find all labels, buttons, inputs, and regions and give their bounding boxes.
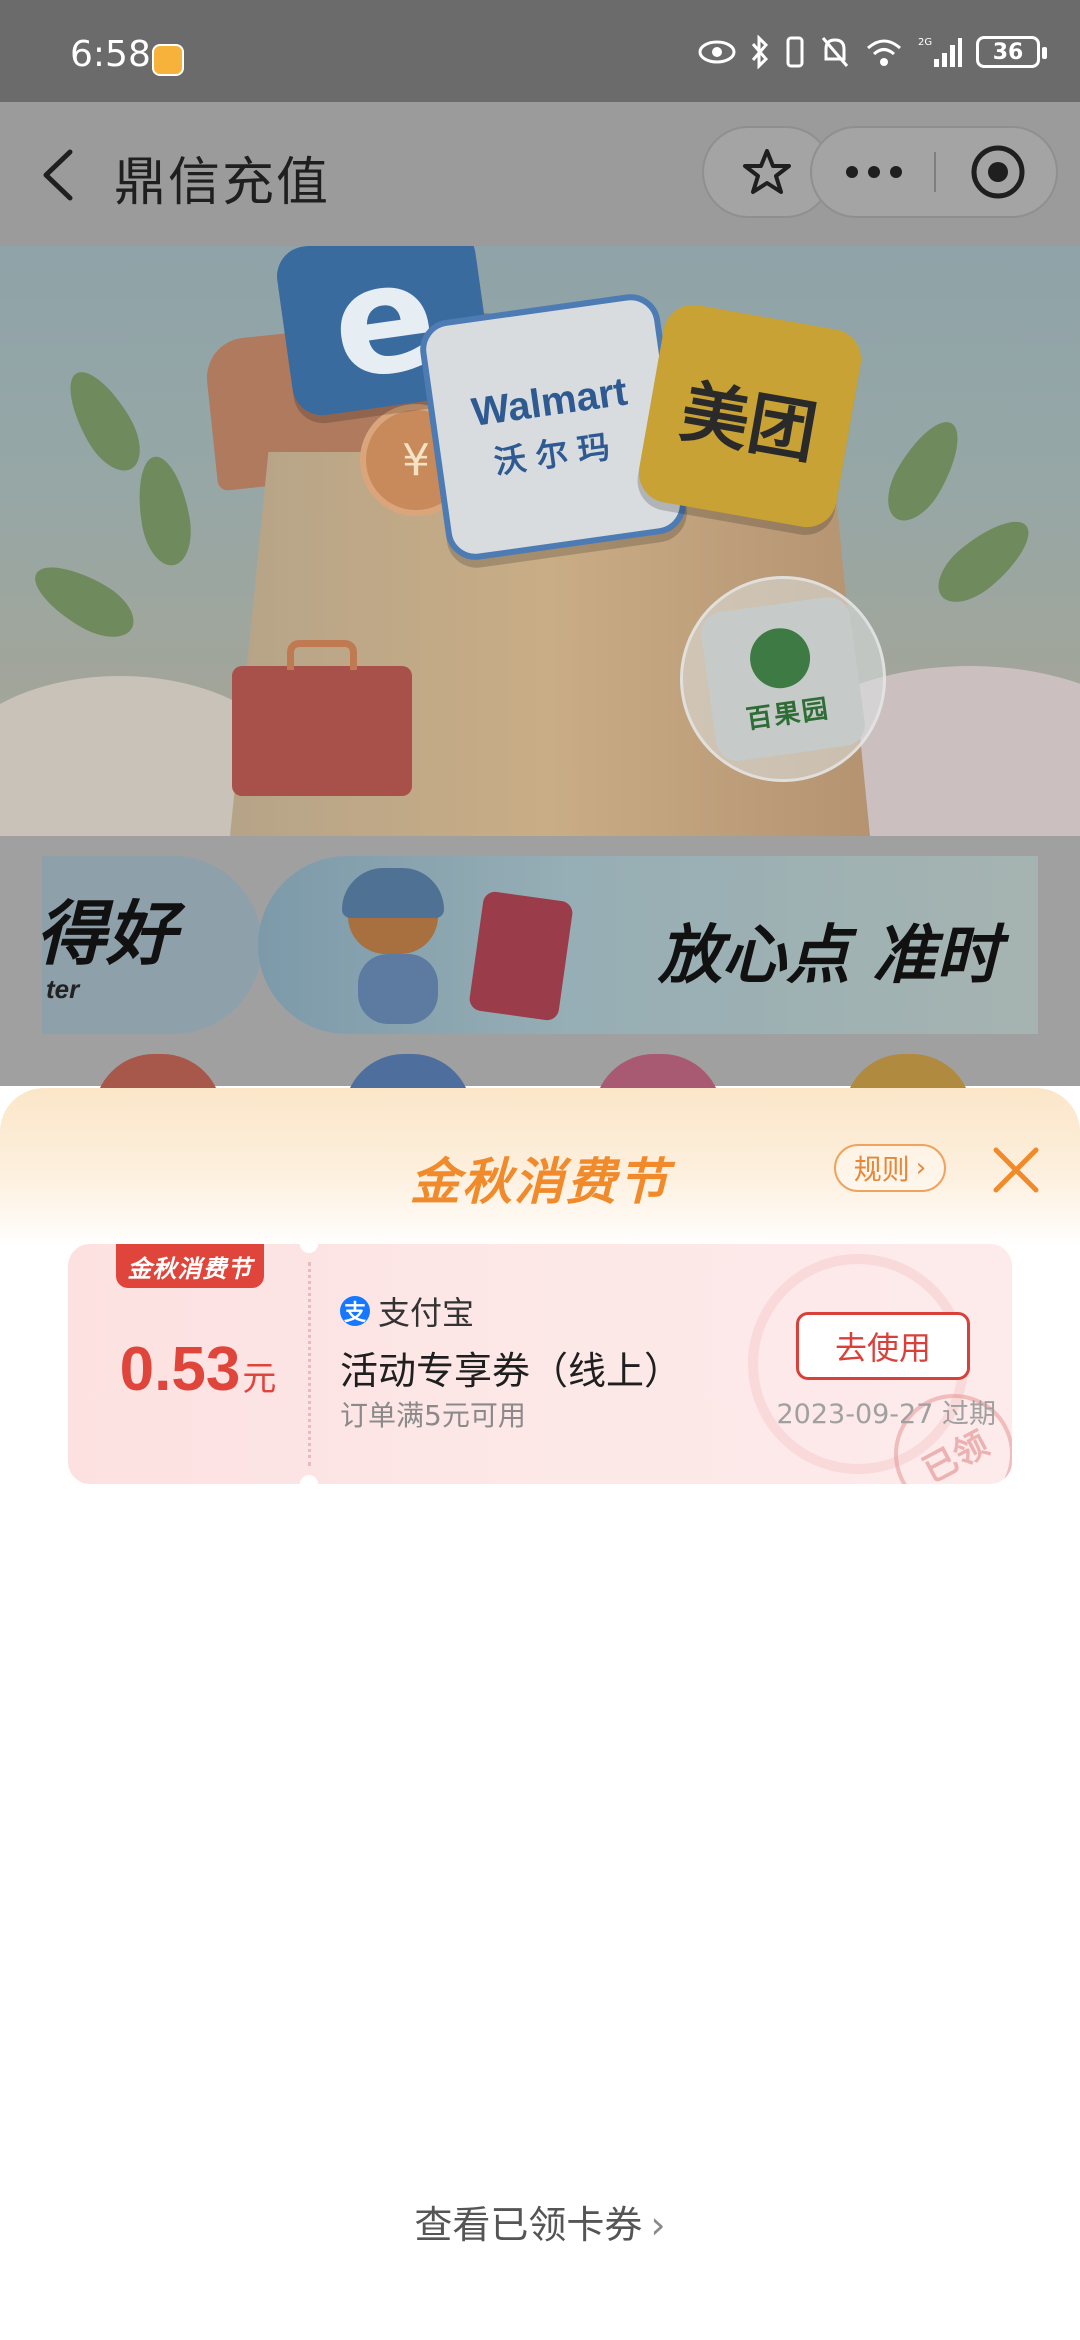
capsule-divider [934,152,936,192]
vibrate-icon [786,36,804,68]
promo-left-subtext: ter [46,974,80,1004]
status-bar: 6:58 2G 36 [0,0,1080,102]
monkey-logo-icon [746,623,814,692]
battery-icon: 36 [976,36,1047,68]
promo-card-previous[interactable]: 得好 ter [42,856,262,1034]
leaf-decoration [55,361,153,481]
view-claimed-coupons-link[interactable]: 查看已领卡券 › [0,2194,1080,2249]
more-dots-icon [846,166,902,178]
coupon-amount: 0.53元 [108,1334,288,1405]
use-coupon-button[interactable]: 去使用 [796,1312,970,1380]
meituan-text: 美团 [674,372,823,474]
meituan-tile: 美团 [634,300,866,532]
leaf-decoration [875,411,973,531]
star-icon [743,149,791,194]
coupon-condition: 订单满5元可用 [340,1399,526,1432]
coupon-notch-top [300,1244,318,1253]
svg-text:2G: 2G [918,37,932,48]
close-icon [993,1147,1039,1193]
back-button[interactable] [30,140,90,210]
leaf-decoration [24,552,144,650]
promo-left-text: 得好 [42,893,176,975]
page-title: 鼎信充值 [114,153,331,213]
status-time: 6:58 [70,34,151,75]
suitcase-decoration [232,640,412,796]
battery-level: 36 [992,39,1024,65]
coupon-divider [308,1262,311,1466]
promo-slogan: 放心点 准时 [658,919,1001,993]
dog-helmet [342,868,444,918]
status-icons: 2G 36 [698,30,1047,74]
dog-body [358,954,438,1024]
nav-header: 鼎信充值 [0,102,1080,246]
more-button[interactable] [812,128,936,216]
coupon-ribbon: 金秋消费节 [116,1244,264,1288]
coupon-name: 活动专享券（线上） [340,1349,683,1393]
chevron-right-icon: › [650,2203,666,2247]
shiba-courier-illustration [328,868,458,1024]
red-envelope-icon [468,890,574,1022]
coupon-source: 支 支付宝 [340,1288,474,1334]
coin-symbol: ¥ [402,434,430,486]
coupon-notch-bottom [300,1475,318,1484]
baiguoyuan-tile: 百果园 [698,594,868,764]
signal-2g-icon: 2G [918,37,962,67]
coupon-expiry: 2023-09-27 过期 [776,1399,997,1430]
mute-icon [821,37,849,67]
miniprogram-capsule [810,126,1058,218]
close-miniprogram-button[interactable] [938,128,1058,216]
baiguoyuan-bubble: 百果园 [680,576,886,782]
view-claimed-label: 查看已领卡券 [414,2203,643,2247]
coupon-source-label: 支付宝 [378,1294,475,1332]
promo-banner[interactable]: ¥ e Walmart 沃尔玛 美团 百果园 [0,246,1080,836]
chevron-right-icon: › [915,1153,927,1183]
promo-card-current[interactable]: 放心点 准时 [258,856,1038,1034]
eye-icon [698,40,736,64]
coupon-card: 金秋消费节 0.53元 支 支付宝 活动专享券（线上） 订单满5元可用 去使用 … [68,1244,1012,1484]
coupon-amount-unit: 元 [242,1359,277,1399]
rules-button[interactable]: 规则 › [834,1144,946,1192]
leaf-decoration [926,507,1042,615]
app-notification-icon [152,44,184,76]
alipay-icon: 支 [340,1296,370,1326]
back-arrow-icon [43,149,73,201]
coupon-amount-value: 0.53 [119,1335,241,1404]
wifi-icon [867,39,901,66]
promo-carousel: 得好 ter 放心点 准时 [0,836,1080,1114]
leaf-decoration [130,452,198,570]
bluetooth-icon [751,35,769,69]
close-miniprogram-icon [971,145,1025,199]
baiguoyuan-text: 百果园 [744,693,832,735]
close-sheet-button[interactable] [986,1140,1046,1200]
coupon-sheet: 金秋消费节 规则 › 金秋消费节 0.53元 支 支付宝 活动专享券（线上） 订… [0,1088,1080,2340]
rules-label: 规则 [853,1153,910,1186]
